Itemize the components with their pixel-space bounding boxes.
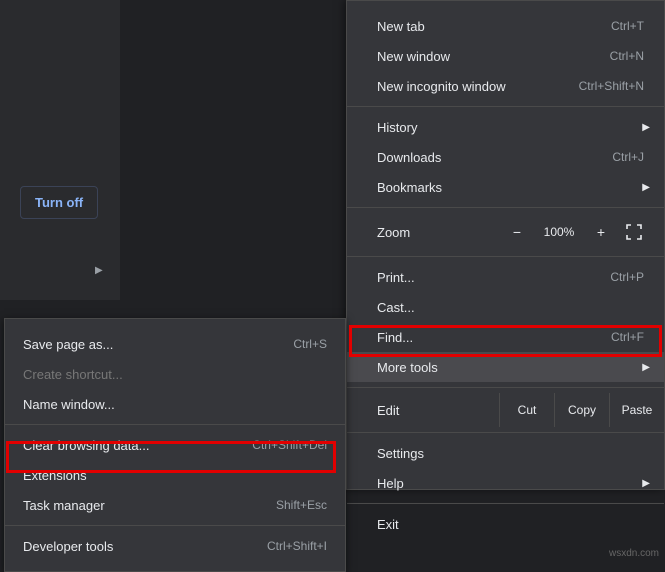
menu-label: Exit [377, 517, 644, 532]
menu-label: Create shortcut... [23, 367, 327, 382]
zoom-in-button[interactable]: + [584, 224, 618, 240]
submenu-arrow-icon: ▶ [642, 478, 650, 489]
menu-label: Task manager [23, 498, 276, 513]
shortcut-text: Ctrl+P [610, 270, 644, 284]
menu-item-bookmarks[interactable]: Bookmarks ▶ [347, 172, 664, 202]
menu-label: New window [377, 49, 610, 64]
submenu-item-extensions[interactable]: Extensions [5, 460, 345, 490]
shortcut-text: Ctrl+N [610, 49, 644, 63]
menu-label: Bookmarks [377, 180, 644, 195]
menu-separator [5, 525, 345, 526]
menu-item-new-window[interactable]: New window Ctrl+N [347, 41, 664, 71]
menu-separator [347, 106, 664, 107]
edit-paste-button[interactable]: Paste [609, 393, 664, 427]
menu-item-help[interactable]: Help ▶ [347, 468, 664, 498]
menu-separator [347, 256, 664, 257]
menu-separator [347, 387, 664, 388]
edit-copy-button[interactable]: Copy [554, 393, 609, 427]
submenu-item-name-window[interactable]: Name window... [5, 389, 345, 419]
menu-label: New incognito window [377, 79, 579, 94]
menu-label: New tab [377, 19, 611, 34]
menu-label: Name window... [23, 397, 327, 412]
menu-label: More tools [377, 360, 644, 375]
menu-label: Save page as... [23, 337, 293, 352]
zoom-value: 100% [534, 225, 584, 239]
menu-item-incognito[interactable]: New incognito window Ctrl+Shift+N [347, 71, 664, 101]
submenu-arrow-icon: ▶ [642, 122, 650, 133]
shortcut-text: Ctrl+Shift+N [579, 79, 644, 93]
fullscreen-icon[interactable] [618, 224, 650, 240]
shortcut-text: Ctrl+S [293, 337, 327, 351]
background-panel [0, 0, 120, 300]
menu-separator [347, 503, 664, 504]
menu-label: Downloads [377, 150, 612, 165]
submenu-item-developer-tools[interactable]: Developer tools Ctrl+Shift+I [5, 531, 345, 561]
menu-item-zoom: Zoom − 100% + [347, 213, 664, 251]
watermark-text: wsxdn.com [609, 548, 659, 559]
menu-label: Help [377, 476, 644, 491]
edit-cut-button[interactable]: Cut [499, 393, 554, 427]
zoom-out-button[interactable]: − [500, 224, 534, 240]
shortcut-text: Ctrl+Shift+I [267, 539, 327, 553]
chrome-main-menu: New tab Ctrl+T New window Ctrl+N New inc… [346, 0, 665, 490]
submenu-arrow-icon: ▶ [642, 362, 650, 373]
turn-off-button[interactable]: Turn off [20, 186, 98, 219]
menu-item-print[interactable]: Print... Ctrl+P [347, 262, 664, 292]
submenu-item-clear-browsing-data[interactable]: Clear browsing data... Ctrl+Shift+Del [5, 430, 345, 460]
submenu-item-task-manager[interactable]: Task manager Shift+Esc [5, 490, 345, 520]
menu-item-downloads[interactable]: Downloads Ctrl+J [347, 142, 664, 172]
shortcut-text: Shift+Esc [276, 498, 327, 512]
shortcut-text: Ctrl+F [611, 330, 644, 344]
menu-separator [347, 432, 664, 433]
menu-separator [5, 424, 345, 425]
menu-item-more-tools[interactable]: More tools ▶ [347, 352, 664, 382]
menu-item-history[interactable]: History ▶ [347, 112, 664, 142]
submenu-arrow-icon: ▶ [642, 182, 650, 193]
menu-label: Print... [377, 270, 610, 285]
menu-label: Extensions [23, 468, 327, 483]
edit-label: Edit [377, 403, 499, 418]
menu-item-exit[interactable]: Exit [347, 509, 664, 539]
shortcut-text: Ctrl+T [611, 19, 644, 33]
submenu-item-create-shortcut: Create shortcut... [5, 359, 345, 389]
menu-label: History [377, 120, 644, 135]
menu-item-find[interactable]: Find... Ctrl+F [347, 322, 664, 352]
menu-label: Clear browsing data... [23, 438, 252, 453]
expand-arrow-icon[interactable]: ▶ [95, 265, 103, 276]
menu-item-edit: Edit Cut Copy Paste [347, 393, 664, 427]
submenu-item-save-page[interactable]: Save page as... Ctrl+S [5, 329, 345, 359]
menu-label: Developer tools [23, 539, 267, 554]
menu-item-settings[interactable]: Settings [347, 438, 664, 468]
menu-item-new-tab[interactable]: New tab Ctrl+T [347, 11, 664, 41]
menu-label: Find... [377, 330, 611, 345]
menu-label: Settings [377, 446, 644, 461]
shortcut-text: Ctrl+J [612, 150, 644, 164]
more-tools-submenu: Save page as... Ctrl+S Create shortcut..… [4, 318, 346, 572]
menu-label: Cast... [377, 300, 644, 315]
shortcut-text: Ctrl+Shift+Del [252, 438, 327, 452]
menu-separator [347, 207, 664, 208]
zoom-label: Zoom [377, 225, 500, 240]
menu-item-cast[interactable]: Cast... [347, 292, 664, 322]
